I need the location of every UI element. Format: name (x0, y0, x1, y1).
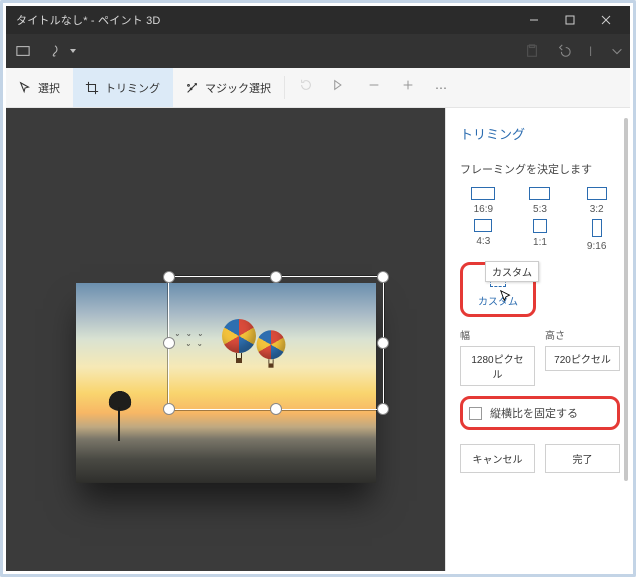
framing-label: フレーミングを決定します (460, 161, 620, 177)
aspect-ratio-option[interactable]: 3:2 (587, 187, 607, 215)
crop-handle[interactable] (163, 271, 175, 283)
aspect-ratio-icon (533, 219, 547, 233)
brush-dropdown[interactable] (48, 44, 76, 58)
expand-button[interactable] (610, 44, 624, 58)
lock-ratio-checkbox[interactable] (469, 407, 482, 420)
flip-icon[interactable] (333, 78, 347, 97)
dimensions-row: 幅 1280ピクセル 高さ 720ピクセル (460, 327, 620, 386)
crop-handle[interactable] (377, 337, 389, 349)
aspect-ratio-icon (587, 187, 607, 200)
app-window: タイトルなし* - ペイント 3D | 選択 トリミング (0, 0, 636, 577)
crop-handle[interactable] (270, 403, 282, 415)
ribbon-sep: | (589, 46, 592, 57)
minimize-button[interactable] (516, 6, 552, 34)
toolbar-extra: ⋯ (285, 68, 463, 107)
sidebar-scrollbar[interactable] (624, 118, 628, 481)
aspect-ratio-option[interactable]: 16:9 (471, 187, 495, 215)
action-buttons: キャンセル 完了 (460, 444, 620, 473)
menu-button[interactable] (16, 44, 30, 58)
tool-crop[interactable]: トリミング (73, 68, 173, 107)
cancel-button[interactable]: キャンセル (460, 444, 535, 473)
aspect-ratio-label: 5:3 (533, 204, 547, 215)
canvas-area[interactable]: ˘ ˘ ˘ ˘ ˘ (6, 108, 445, 571)
custom-tooltip: カスタム (485, 261, 539, 282)
rotate-icon[interactable] (299, 78, 313, 97)
crop-rectangle[interactable] (168, 276, 384, 410)
tool-select-label: 選択 (38, 80, 60, 96)
aspect-ratio-label: 3:2 (590, 204, 604, 215)
paste-icon[interactable] (525, 44, 539, 58)
aspect-ratio-option[interactable]: 9:16 (587, 219, 606, 252)
crop-handle[interactable] (163, 337, 175, 349)
aspect-ratio-option[interactable]: 4:3 (474, 219, 492, 252)
content-row: ˘ ˘ ˘ ˘ ˘ トリミング フレーミングを決定します 16:9 5:3 3:2 4… (6, 108, 630, 571)
aspect-ratio-grid: 16:9 5:3 3:2 4:3 1:1 9:16 (460, 187, 620, 252)
app-inner: タイトルなし* - ペイント 3D | 選択 トリミング (6, 6, 630, 571)
sidebar-title: トリミング (460, 124, 620, 143)
lock-ratio-label: 縦横比を固定する (490, 405, 578, 421)
titlebar: タイトルなし* - ペイント 3D (6, 6, 630, 34)
maximize-button[interactable] (552, 6, 588, 34)
custom-ratio-highlight: カスタム カスタム (460, 262, 536, 317)
width-input[interactable]: 1280ピクセル (460, 346, 535, 386)
aspect-ratio-icon (529, 187, 550, 200)
aspect-ratio-option[interactable]: 1:1 (533, 219, 547, 252)
aspect-ratio-icon (471, 187, 495, 200)
aspect-ratio-label: 9:16 (587, 241, 606, 252)
height-input[interactable]: 720ピクセル (545, 346, 620, 371)
window-buttons (516, 6, 624, 34)
tool-magic-select[interactable]: マジック選択 (173, 68, 284, 107)
width-label: 幅 (460, 327, 535, 342)
aspect-ratio-label: 1:1 (533, 237, 547, 248)
zoom-in-icon[interactable] (401, 78, 415, 97)
aspect-ratio-label: 4:3 (476, 236, 490, 247)
tool-crop-label: トリミング (105, 80, 160, 96)
done-button[interactable]: 完了 (545, 444, 620, 473)
aspect-ratio-label: 16:9 (474, 204, 493, 215)
tools-bar: 選択 トリミング マジック選択 ⋯ (6, 68, 630, 108)
close-button[interactable] (588, 6, 624, 34)
more-icon[interactable]: ⋯ (435, 81, 449, 95)
crop-handle[interactable] (163, 403, 175, 415)
crop-handle[interactable] (270, 271, 282, 283)
crop-sidebar: トリミング フレーミングを決定します 16:95:33:24:31:19:16 … (445, 108, 630, 571)
undo-button[interactable] (557, 44, 571, 58)
height-label: 高さ (545, 327, 620, 342)
aspect-ratio-option[interactable]: 5:3 (529, 187, 550, 215)
crop-handle[interactable] (377, 271, 389, 283)
lock-ratio-highlight: 縦横比を固定する (460, 396, 620, 430)
aspect-ratio-icon (474, 219, 492, 232)
aspect-ratio-icon (592, 219, 602, 237)
tool-magic-label: マジック選択 (205, 80, 271, 96)
cursor-icon (499, 289, 513, 306)
window-title: タイトルなし* - ペイント 3D (16, 12, 516, 28)
tool-select[interactable]: 選択 (6, 68, 73, 107)
crop-handle[interactable] (377, 403, 389, 415)
zoom-out-icon[interactable] (367, 78, 381, 97)
ribbon: | (6, 34, 630, 68)
